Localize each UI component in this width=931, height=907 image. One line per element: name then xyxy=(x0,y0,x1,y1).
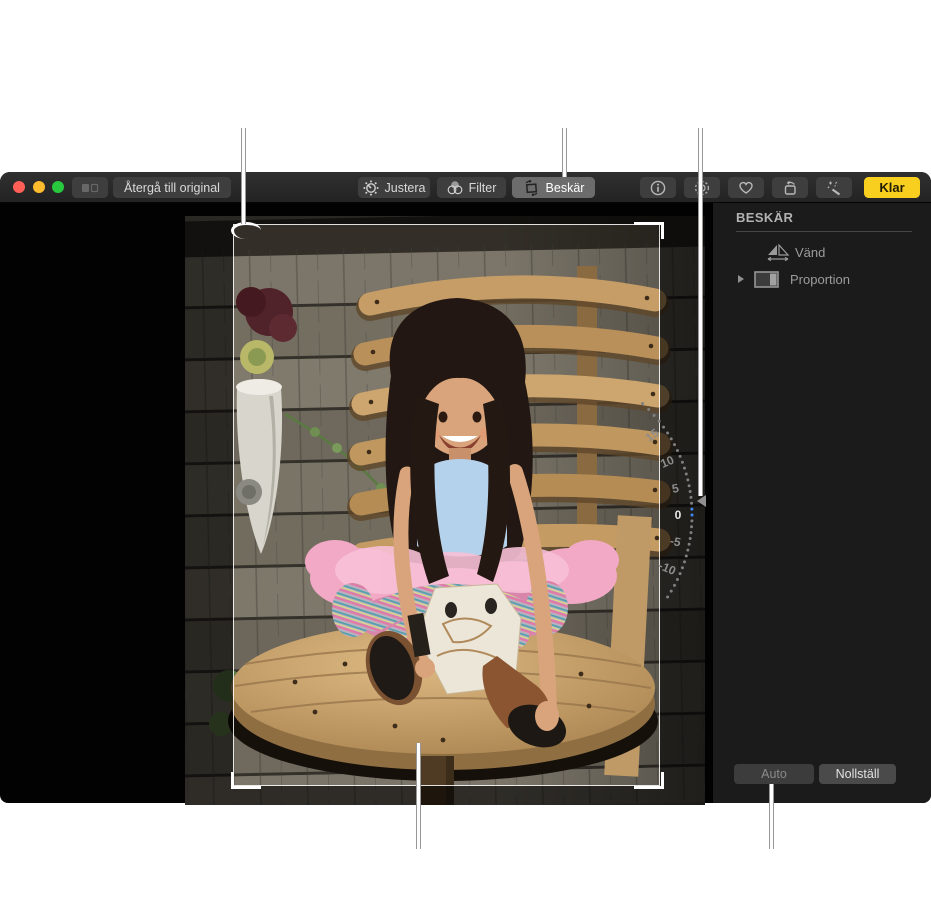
crop-sidebar: BESKÄR Vänd Proportion Auto Nollställ xyxy=(712,203,931,803)
adjust-dial-icon xyxy=(362,179,379,196)
dial-tick xyxy=(662,425,666,429)
dial-tick xyxy=(652,413,656,417)
flip-icon xyxy=(766,243,790,265)
dial-label: -5 xyxy=(669,534,683,550)
sidebar-item-flip[interactable]: Vänd xyxy=(713,241,931,265)
dial-label: 5 xyxy=(671,481,681,496)
screenshot-canvas: Återgå till original Justera Filter Besk… xyxy=(0,0,931,907)
revert-to-original-button[interactable]: Återgå till original xyxy=(113,177,231,198)
dial-tick xyxy=(687,542,691,546)
done-button[interactable]: Klar xyxy=(864,177,920,198)
dial-tick xyxy=(682,560,686,564)
dial-label: -10 xyxy=(656,558,678,578)
dial-tick xyxy=(690,513,694,517)
dial-tick xyxy=(684,554,688,558)
dial-tick xyxy=(690,519,694,523)
auto-crop-button[interactable]: Auto xyxy=(734,764,814,784)
dial-tick xyxy=(666,595,670,599)
dial-label: 10 xyxy=(658,453,676,471)
compare-original-button[interactable] xyxy=(72,177,108,198)
zoom-window-button[interactable] xyxy=(52,181,64,193)
dial-tick xyxy=(666,431,670,435)
dial-tick xyxy=(688,490,692,494)
dial-tick xyxy=(641,402,645,406)
aspect-ratio-icon xyxy=(754,271,779,291)
sidebar-divider xyxy=(736,231,912,232)
dial-tick xyxy=(690,525,694,529)
tab-crop-label: Beskär xyxy=(545,180,585,195)
dial-tick xyxy=(675,449,679,453)
dial-tick xyxy=(680,566,684,570)
dial-tick xyxy=(688,536,692,540)
enhance-wand-icon xyxy=(826,180,842,196)
dial-tick xyxy=(680,460,684,464)
favorite-heart-icon xyxy=(738,180,754,195)
tab-adjust[interactable]: Justera xyxy=(358,177,430,198)
callout-line-crop-tab xyxy=(562,128,567,177)
crop-handle-bottom-left[interactable] xyxy=(231,772,261,789)
tab-filter[interactable]: Filter xyxy=(437,177,506,198)
tab-crop[interactable]: Beskär xyxy=(512,177,595,198)
dial-tick xyxy=(690,507,694,511)
minimize-window-button[interactable] xyxy=(33,181,45,193)
info-button[interactable] xyxy=(640,177,676,198)
dial-tick xyxy=(682,466,686,470)
dial-tick xyxy=(687,484,691,488)
filter-circles-icon xyxy=(447,180,463,195)
dial-tick xyxy=(686,478,690,482)
tab-filter-label: Filter xyxy=(468,180,497,195)
dial-tick xyxy=(690,501,694,505)
rotate-button[interactable] xyxy=(772,177,808,198)
callout-line-dial xyxy=(698,128,703,496)
dial-label: 15 xyxy=(643,426,662,445)
dial-tick xyxy=(678,572,682,576)
dial-tick xyxy=(689,531,693,535)
favorite-button[interactable] xyxy=(728,177,764,198)
crop-rotate-icon xyxy=(523,179,540,196)
dial-tick xyxy=(669,589,673,593)
dial-tick xyxy=(657,419,661,423)
crop-handle-bottom-right[interactable] xyxy=(634,772,664,789)
sidebar-item-aspect-ratio[interactable]: Proportion xyxy=(713,268,931,292)
dial-tick xyxy=(678,454,682,458)
crop-handle-top-left[interactable] xyxy=(231,222,261,239)
callout-line-photo-edge xyxy=(416,743,421,849)
dial-tick xyxy=(672,443,676,447)
callout-line-crop-area xyxy=(241,128,246,224)
auto-enhance-button[interactable] xyxy=(816,177,852,198)
edit-toolbar: Återgå till original Justera Filter Besk… xyxy=(0,172,931,203)
dial-tick xyxy=(686,548,690,552)
dial-tick xyxy=(689,495,693,499)
dial-tick xyxy=(647,408,651,412)
dial-tick xyxy=(675,577,679,581)
crop-region[interactable] xyxy=(233,224,660,786)
crop-handle-top-right[interactable] xyxy=(634,222,664,239)
aspect-ratio-label: Proportion xyxy=(790,272,850,287)
info-icon xyxy=(650,180,666,196)
tab-adjust-label: Justera xyxy=(384,180,426,195)
dial-tick xyxy=(672,583,676,587)
dial-label: 0 xyxy=(675,508,682,522)
reset-button[interactable]: Nollställ xyxy=(819,764,896,784)
dial-tick xyxy=(669,437,673,441)
rotate-icon xyxy=(782,180,799,196)
compare-thumbnails-icon xyxy=(81,182,99,194)
flip-label: Vänd xyxy=(795,245,826,260)
callout-line-auto-button xyxy=(769,784,774,849)
sidebar-header: BESKÄR xyxy=(736,210,794,225)
dial-tick xyxy=(684,472,688,476)
close-window-button[interactable] xyxy=(13,181,25,193)
dial-pointer-icon[interactable] xyxy=(697,495,706,507)
disclosure-triangle-icon[interactable] xyxy=(738,275,744,283)
